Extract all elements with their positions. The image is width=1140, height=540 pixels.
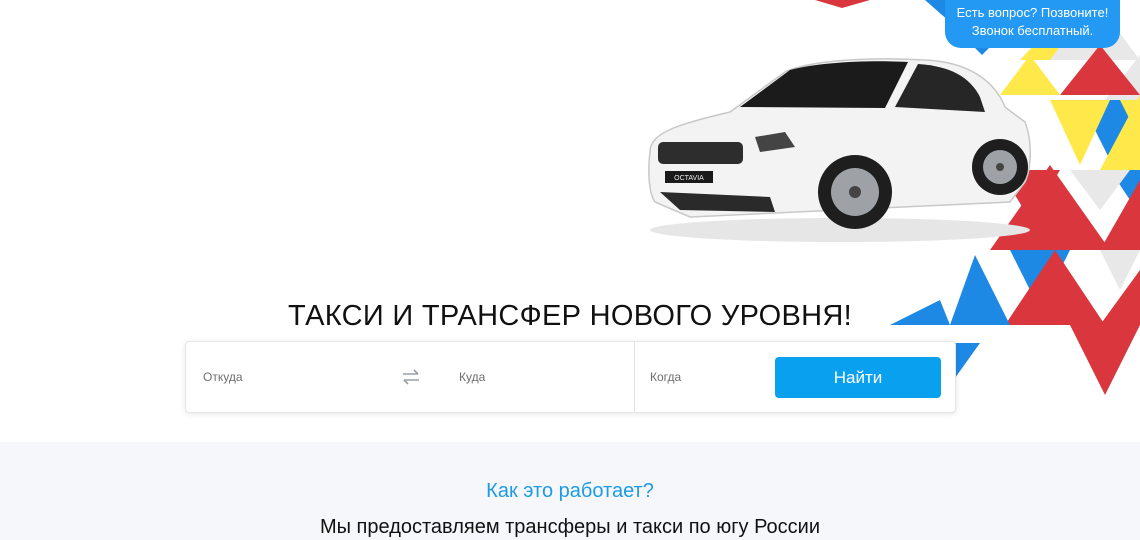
when-input[interactable] [648,369,768,385]
find-button[interactable]: Найти [775,357,941,398]
swap-arrows-icon[interactable] [402,369,420,385]
from-field-wrapper [201,342,391,412]
page-headline: ТАКСИ И ТРАНСФЕР НОВОГО УРОВНЯ! [288,300,852,332]
callout-line-2: Звонок бесплатный. [971,23,1094,38]
to-input[interactable] [457,369,627,385]
when-field-wrapper [648,342,768,412]
search-form: Найти [185,341,956,413]
callout-line-1: Есть вопрос? Позвоните! [956,5,1109,20]
call-callout[interactable]: Есть вопрос? Позвоните! Звонок бесплатны… [945,0,1120,48]
field-divider [634,342,635,412]
how-it-works-title: Как это работает? [486,480,654,502]
license-plate: OCTAVIA [674,175,704,182]
from-input[interactable] [201,369,391,385]
to-field-wrapper [457,342,627,412]
car-image: OCTAVIA [648,58,1031,242]
how-it-works-section: Как это работает? Мы предоставляем транс… [0,442,1140,540]
hero-section: Есть вопрос? Позвоните! Звонок бесплатны… [0,0,1140,442]
how-it-works-subtitle: Мы предоставляем трансферы и такси по юг… [319,516,821,538]
